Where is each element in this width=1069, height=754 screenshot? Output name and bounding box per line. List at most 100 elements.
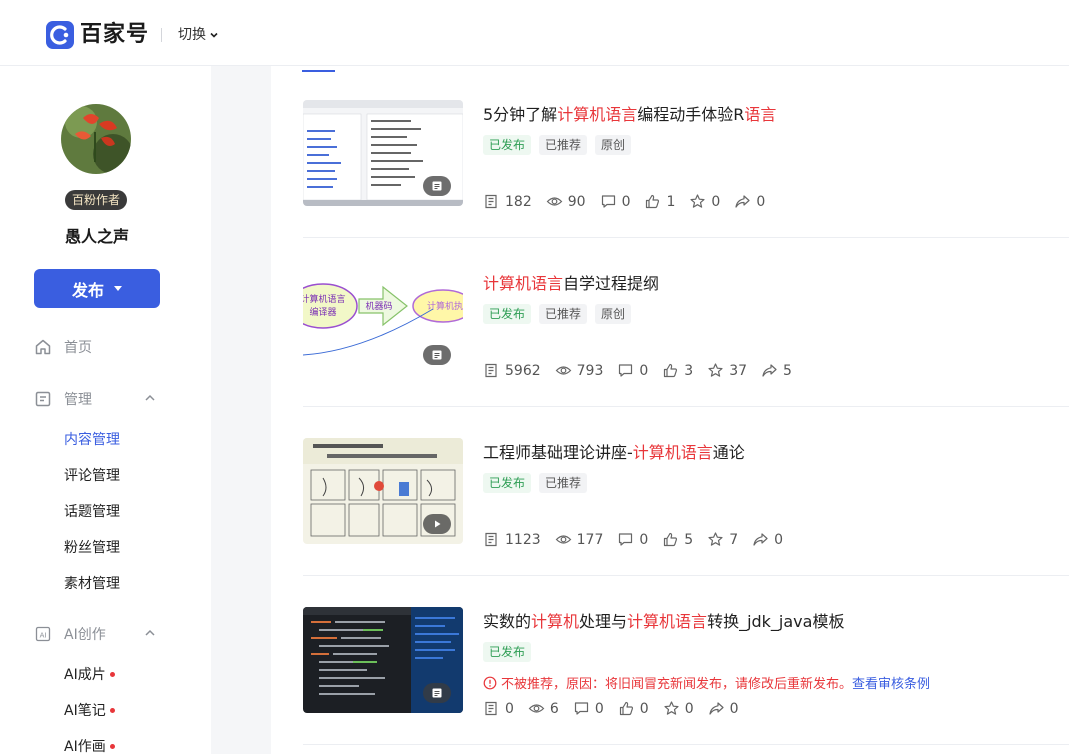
- article-thumbnail[interactable]: [303, 438, 463, 544]
- stat-comments: 0: [617, 531, 648, 548]
- stat-value: 0: [684, 700, 694, 717]
- stat-views: 6: [528, 700, 559, 717]
- star-icon: [708, 532, 723, 546]
- sidebar-item-ai-painting[interactable]: AI作画: [64, 736, 115, 754]
- list-item[interactable]: 5分钟了解计算机语言编程动手体验R语言 已发布 已推荐 原创 182 90 0 1 0 0: [303, 69, 1069, 238]
- read-count-icon: [485, 701, 497, 716]
- stat-likes: 5: [662, 531, 693, 548]
- sidebar-item-ai-video[interactable]: AI成片: [64, 664, 115, 684]
- stat-views: 90: [546, 193, 586, 210]
- status-badge: 已发布: [483, 304, 532, 324]
- title-text: 处理与: [579, 612, 628, 631]
- stat-value: 90: [567, 193, 586, 210]
- warning-icon: [483, 676, 497, 689]
- thumbs-up-icon: [646, 194, 660, 209]
- article-title[interactable]: 计算机语言自学过程提纲: [483, 270, 659, 294]
- article-thumbnail[interactable]: [303, 607, 463, 713]
- title-keyword-highlight: 计算机语言: [627, 612, 708, 631]
- article-thumbnail[interactable]: [303, 100, 463, 206]
- stat-reads: 182: [483, 193, 532, 210]
- sidebar-label: AI成片: [64, 667, 106, 683]
- stat-likes: 0: [618, 700, 649, 717]
- article-tag: 原创: [595, 304, 632, 324]
- video-type-icon: [423, 514, 451, 534]
- eye-icon: [555, 535, 571, 544]
- author-level-badge: 百粉作者: [65, 190, 128, 210]
- title-keyword-highlight: 计算机语言: [557, 105, 638, 124]
- thumbs-up-icon: [664, 532, 678, 547]
- stat-favorites: 0: [689, 193, 720, 210]
- article-tags: 已发布 已推荐 原创: [483, 304, 632, 324]
- sidebar-item-content[interactable]: 内容管理: [64, 429, 120, 449]
- publish-button[interactable]: 发布: [34, 269, 160, 308]
- article-tags: 已发布 已推荐: [483, 473, 588, 493]
- top-header: 百家号 切换: [0, 0, 1069, 66]
- stat-value: 182: [505, 193, 532, 210]
- document-type-icon: [423, 345, 451, 365]
- stat-value: 0: [756, 193, 766, 210]
- not-recommended-warning: 不被推荐，原因：将旧闻冒充新闻发布，请修改后重新发布。 查看审核条例: [483, 673, 930, 692]
- stat-value: 177: [576, 531, 604, 548]
- stat-value: 0: [621, 193, 631, 210]
- ai-icon: AI: [35, 626, 51, 642]
- stat-shares: 0: [708, 700, 739, 717]
- stat-reads: 5962: [483, 362, 541, 379]
- list-item[interactable]: 实数的计算机处理与计算机语言转换_jdk_java模板 已发布 不被推荐，原因：…: [303, 576, 1069, 745]
- eye-icon: [528, 704, 545, 713]
- article-title[interactable]: 实数的计算机处理与计算机语言转换_jdk_java模板: [483, 608, 844, 632]
- thumb-label-3: 机器码: [365, 300, 392, 312]
- title-text: 工程师基础理论讲座-: [483, 443, 633, 462]
- article-stats: 182 90 0 1 0 0: [483, 193, 779, 210]
- article-thumbnail[interactable]: 计算机语言 编译器 机器码 计算机执: [303, 269, 463, 375]
- status-badge: 已发布: [483, 473, 532, 493]
- title-keyword-highlight: 计算机语言: [632, 443, 713, 462]
- article-tags: 已发布: [483, 642, 532, 662]
- home-icon: [35, 339, 51, 355]
- baijiahao-logo-icon[interactable]: [45, 20, 75, 50]
- thumbs-up-icon: [664, 363, 678, 378]
- article-title[interactable]: 5分钟了解计算机语言编程动手体验R语言: [483, 101, 776, 125]
- share-icon: [709, 702, 724, 715]
- list-item[interactable]: 计算机语言 编译器 机器码 计算机执 计算机语言自学过程提纲 已发布 已推荐 原创 …: [303, 238, 1069, 407]
- comment-icon: [574, 702, 588, 715]
- switch-account-button[interactable]: 切换: [178, 24, 219, 46]
- sidebar-item-ai-notes[interactable]: AI笔记: [64, 700, 115, 720]
- sidebar-item-comments[interactable]: 评论管理: [64, 465, 120, 485]
- list-item[interactable]: 工程师基础理论讲座-计算机语言通论 已发布 已推荐 1123 177 0 5 7 0: [303, 407, 1069, 576]
- sidebar-group-ai[interactable]: AI AI创作: [34, 624, 174, 644]
- sidebar-label: 管理: [64, 392, 92, 408]
- sidebar-item-topics[interactable]: 话题管理: [64, 501, 120, 521]
- publish-label: 发布: [71, 280, 104, 300]
- chevron-up-icon[interactable]: [144, 627, 156, 639]
- title-keyword-highlight: 计算机语言: [483, 274, 564, 293]
- comment-icon: [619, 533, 633, 546]
- stat-comments: 0: [573, 700, 604, 717]
- logo-text[interactable]: 百家号: [80, 20, 149, 50]
- sidebar-group-manage[interactable]: 管理: [34, 389, 174, 409]
- sidebar-label: 首页: [64, 340, 92, 356]
- read-count-icon: [485, 363, 497, 378]
- stat-value: 1: [666, 193, 676, 210]
- star-icon: [664, 701, 679, 715]
- title-text: 5分钟了解: [483, 105, 558, 124]
- sidebar-item-materials[interactable]: 素材管理: [64, 573, 120, 593]
- article-tag: 已推荐: [539, 473, 588, 493]
- stat-value: 0: [639, 700, 649, 717]
- stat-likes: 1: [644, 193, 675, 210]
- review-rules-link[interactable]: 查看审核条例: [852, 673, 930, 692]
- chevron-up-icon[interactable]: [144, 392, 156, 404]
- article-title[interactable]: 工程师基础理论讲座-计算机语言通论: [483, 439, 745, 463]
- sidebar-item-home[interactable]: 首页: [34, 337, 92, 357]
- eye-icon: [555, 366, 571, 375]
- sidebar-label: AI创作: [64, 627, 106, 643]
- stat-reads: 0: [483, 700, 514, 717]
- sidebar-item-fans[interactable]: 粉丝管理: [64, 537, 120, 557]
- warning-text: 不被推荐，原因：将旧闻冒充新闻发布，请修改后重新发布。: [501, 677, 853, 692]
- stat-value: 0: [505, 700, 514, 717]
- sidebar-label: AI笔记: [64, 703, 106, 719]
- stat-views: 177: [555, 531, 604, 548]
- avatar[interactable]: [61, 104, 131, 174]
- status-badge: 已发布: [483, 642, 532, 662]
- article-stats: 5962 793 0 3 37 5: [483, 362, 806, 379]
- thumb-label-1: 计算机语言: [303, 293, 346, 305]
